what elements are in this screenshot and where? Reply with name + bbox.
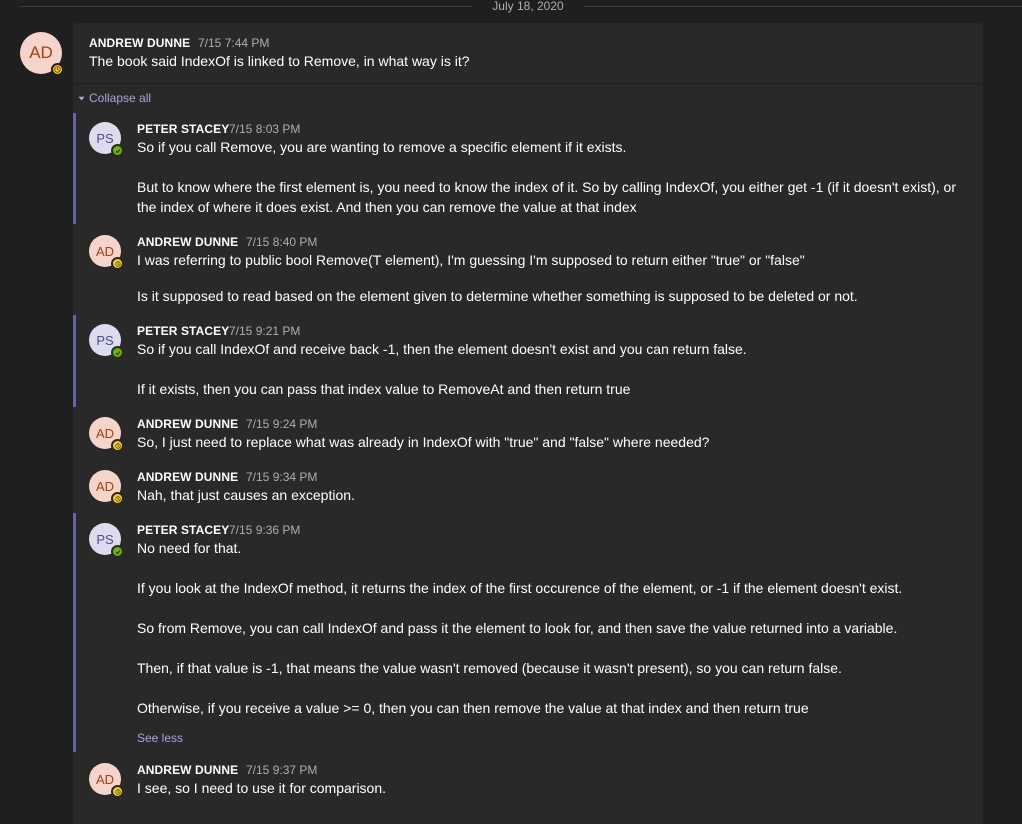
avatar[interactable]: AD: [89, 763, 124, 798]
presence-available-icon: [111, 346, 124, 359]
date-divider-label: July 18, 2020: [492, 0, 564, 13]
message-sender: ANDREW DUNNE: [89, 36, 191, 50]
avatar[interactable]: AD: [89, 417, 124, 452]
avatar[interactable]: AD: [20, 32, 64, 76]
avatar-initials: AD: [29, 43, 53, 62]
date-divider: July 18, 2020: [20, 0, 1022, 14]
message-text: If it exists, then you can pass that ind…: [137, 381, 631, 397]
message-sender: ANDREW DUNNE: [137, 470, 239, 484]
message-timestamp: 7/15 9:36 PM: [229, 523, 301, 537]
message-text: I was referring to public bool Remove(T …: [137, 252, 805, 268]
avatar-initials: AD: [95, 425, 115, 441]
avatar-initials: PS: [96, 130, 114, 146]
message-text: Otherwise, if you receive a value >= 0, …: [137, 700, 809, 716]
message-text: So if you call IndexOf and receive back …: [137, 341, 747, 357]
presence-away-icon: [111, 257, 124, 270]
message-timestamp: 7/15 8:40 PM: [246, 235, 318, 249]
presence-available-icon: [111, 545, 124, 558]
message-text: No need for that.: [137, 540, 242, 556]
message-text: So if you call Remove, you are wanting t…: [137, 139, 627, 155]
see-less-link[interactable]: See less: [137, 731, 183, 745]
message-text: The book said IndexOf is linked to Remov…: [89, 53, 470, 69]
collapse-all-label: Collapse all: [89, 91, 152, 105]
divider-line-right: [584, 6, 1022, 7]
presence-away-icon: [111, 785, 124, 798]
message-timestamp: 7/15 9:37 PM: [246, 763, 318, 777]
message-timestamp: 7/15 7:44 PM: [198, 36, 270, 50]
message-sender: PETER STACEY: [137, 122, 230, 136]
message-sender: PETER STACEY: [137, 324, 230, 338]
avatar[interactable]: PS: [89, 523, 124, 558]
message-text: If you look at the IndexOf method, it re…: [137, 580, 903, 596]
message-text: Is it supposed to read based on the elem…: [137, 288, 858, 304]
message-timestamp: 7/15 9:34 PM: [246, 470, 318, 484]
root-message[interactable]: ANDREW DUNNE 7/15 7:44 PM The book said …: [73, 23, 983, 83]
presence-available-icon: [111, 144, 124, 157]
reply-accent-bar: [73, 113, 76, 224]
message-timestamp: 7/15 8:03 PM: [229, 122, 301, 136]
message-text: the index of where it does exist. And th…: [137, 199, 637, 215]
message-text: So from Remove, you can call IndexOf and…: [137, 620, 898, 636]
presence-away-icon: [111, 492, 124, 505]
message-sender: PETER STACEY: [137, 523, 230, 537]
message-sender: ANDREW DUNNE: [137, 763, 239, 777]
avatar[interactable]: AD: [89, 470, 124, 505]
avatar-initials: AD: [95, 771, 115, 787]
message-text: Then, if that value is -1, that means th…: [137, 660, 842, 676]
message-sender: ANDREW DUNNE: [137, 417, 239, 431]
avatar[interactable]: PS: [89, 324, 124, 359]
reply-accent-bar: [73, 513, 76, 752]
message-timestamp: 7/15 9:24 PM: [246, 417, 318, 431]
avatar-initials: PS: [96, 332, 114, 348]
presence-away-icon: [111, 439, 124, 452]
message-text: Nah, that just causes an exception.: [137, 487, 355, 503]
avatar-initials: AD: [95, 478, 115, 494]
avatar[interactable]: PS: [89, 122, 124, 157]
message-sender: ANDREW DUNNE: [137, 235, 239, 249]
message-timestamp: 7/15 9:21 PM: [229, 324, 301, 338]
message-text: So, I just need to replace what was alre…: [137, 434, 710, 450]
avatar-initials: PS: [96, 531, 114, 547]
reply-accent-bar: [73, 315, 76, 407]
presence-away-icon: [51, 63, 64, 76]
avatar[interactable]: AD: [89, 235, 124, 270]
message-text: I see, so I need to use it for compariso…: [137, 780, 387, 796]
caret-down-icon: [78, 96, 85, 100]
message-text: But to know where the first element is, …: [137, 179, 956, 195]
collapse-all-button[interactable]: Collapse all: [78, 90, 151, 106]
avatar-initials: AD: [95, 243, 115, 259]
divider-line-left: [20, 6, 472, 7]
